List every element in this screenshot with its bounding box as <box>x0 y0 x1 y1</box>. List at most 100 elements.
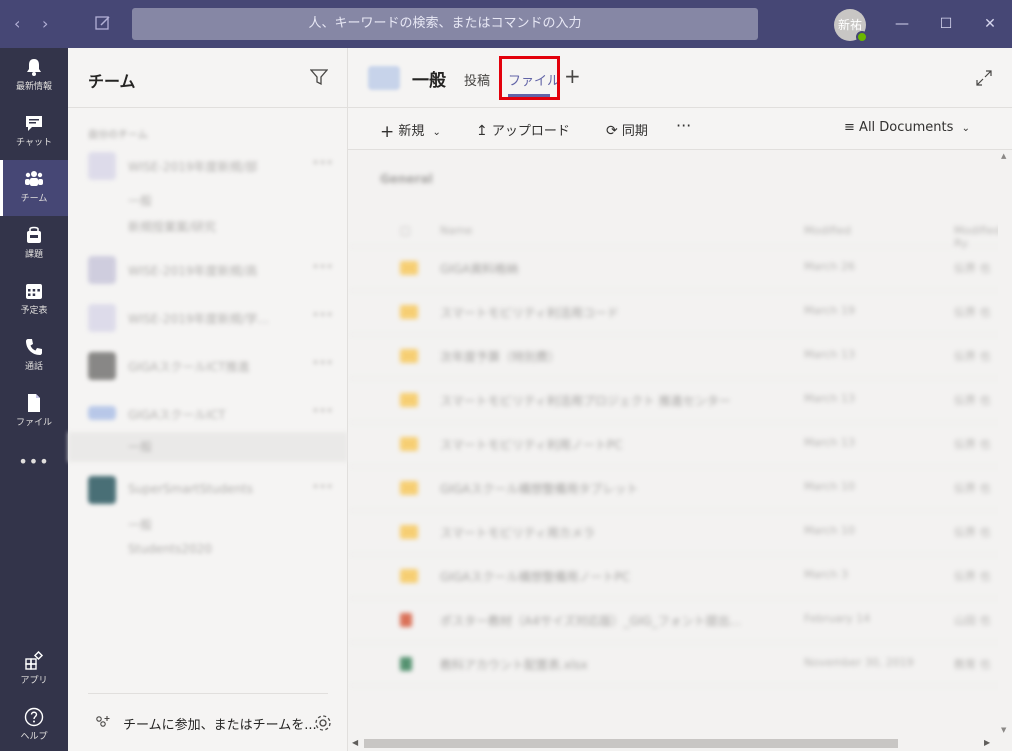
appbar-item-calendar[interactable]: 予定表 <box>0 272 68 328</box>
team-name[interactable]: WISE-2019年度新規/学... <box>128 310 269 327</box>
team-list: 自分のチーム WISE-2019年度新規/部 ••• 一般 新規授業案/研究 W… <box>68 108 348 628</box>
team-more-icon[interactable]: ••• <box>312 308 333 322</box>
team-name[interactable]: WISE-2019年度新規/高 <box>128 262 258 279</box>
horizontal-scrollbar[interactable]: ◀ ▶ <box>348 736 998 751</box>
team-more-icon[interactable]: ••• <box>312 260 333 274</box>
chevron-down-icon: ⌄ <box>432 127 441 138</box>
appbar-label: 課題 <box>24 250 43 260</box>
file-name[interactable]: 次年度予算（特別費） <box>440 348 560 365</box>
file-name[interactable]: スマートモビリティ用カメラ <box>440 524 595 541</box>
file-name[interactable]: GIGAスクール構想整備用ノートPC <box>440 568 630 585</box>
tab-posts[interactable]: 投稿 <box>464 70 490 89</box>
chevron-down-icon: ⌄ <box>961 123 970 134</box>
teams-panel: チーム 自分のチーム WISE-2019年度新規/部 ••• 一般 新規授業案/… <box>68 48 348 751</box>
table-row[interactable]: ポスター教材（A4サイズ対応版）_GIG_フォント提出... February 1… <box>348 598 998 642</box>
appbar-item-assignments[interactable]: 課題 <box>0 216 68 272</box>
presence-available-icon <box>856 31 868 43</box>
view-selector[interactable]: ≡ All Documents ⌄ <box>844 120 970 135</box>
file-name[interactable]: ポスター教材（A4サイズ対応版）_GIG_フォント提出... <box>440 612 741 629</box>
appbar-item-teams[interactable]: チーム <box>0 160 68 216</box>
appbar-item-calls[interactable]: 通話 <box>0 328 68 384</box>
excel-file-icon <box>400 657 412 671</box>
scroll-down-icon[interactable]: ▼ <box>1001 726 1006 734</box>
gear-icon[interactable] <box>314 714 332 732</box>
table-row[interactable]: 教科アカウント配置表.xlsx November 30, 2019 教育 也 <box>348 642 998 686</box>
appbar-label: チーム <box>20 194 48 204</box>
minimize-icon[interactable]: — <box>892 14 912 34</box>
back-arrow-icon[interactable]: ‹ <box>14 14 20 33</box>
scrollbar-thumb[interactable] <box>364 739 898 748</box>
teams-panel-header: チーム <box>68 48 348 108</box>
vertical-scrollbar[interactable]: ▲ ▼ <box>998 150 1012 736</box>
file-modified-by: 伝界 也 <box>954 394 991 407</box>
table-row[interactable]: スマートモビリティ利活用プロジェクト 推進センター March 13 伝界 也 <box>348 378 998 422</box>
scroll-up-icon[interactable]: ▲ <box>1001 152 1006 160</box>
file-name[interactable]: スマートモビリティ利用ノートPC <box>440 436 623 453</box>
new-button[interactable]: + 新規 ⌄ <box>380 120 441 142</box>
column-header-name[interactable]: Name <box>440 224 472 237</box>
team-more-icon[interactable]: ••• <box>312 356 333 370</box>
folder-icon <box>400 569 418 583</box>
table-row[interactable]: スマートモビリティ利用ノートPC March 13 伝界 也 <box>348 422 998 466</box>
channel-item[interactable]: Students2020 <box>128 542 212 556</box>
add-tab-icon[interactable]: + <box>564 64 581 88</box>
files-toolbar: + 新規 ⌄ ↥ アップロード ⟳ 同期 ··· ≡ All Documents… <box>348 108 1012 150</box>
file-name[interactable]: スマートモビリティ利活用コード <box>440 304 619 321</box>
main-content: 一般 投稿 ファイル + + 新規 ⌄ ↥ アップロード ⟳ 同期 ··· ≡ … <box>348 48 1012 751</box>
appbar-item-help[interactable]: ヘルプ <box>0 698 68 751</box>
close-icon[interactable]: ✕ <box>980 14 1000 34</box>
channel-item[interactable]: 新規授業案/研究 <box>128 218 216 235</box>
table-row[interactable]: GIGAスクール構想整備用ノートPC March 3 伝界 也 <box>348 554 998 598</box>
phone-icon <box>26 339 42 355</box>
appbar-item-files[interactable]: ファイル <box>0 384 68 440</box>
maximize-icon[interactable]: ☐ <box>936 14 956 34</box>
team-more-icon[interactable]: ••• <box>312 156 333 170</box>
chat-icon <box>26 116 42 131</box>
calendar-icon <box>26 284 42 299</box>
team-name[interactable]: GIGAスクールICT推進 <box>128 358 250 375</box>
sync-button[interactable]: ⟳ 同期 <box>606 120 648 139</box>
appbar-item-apps[interactable]: アプリ <box>0 642 68 698</box>
upload-button[interactable]: ↥ アップロード <box>476 120 570 139</box>
scroll-left-icon[interactable]: ◀ <box>352 738 358 747</box>
team-avatar <box>88 476 116 504</box>
file-date: March 13 <box>804 392 856 405</box>
table-row[interactable]: GIGA資料格納 March 26 伝界 也 <box>348 246 998 290</box>
forward-arrow-icon[interactable]: › <box>42 14 48 33</box>
column-header-modified[interactable]: Modified <box>804 224 851 237</box>
team-name[interactable]: GIGAスクールICT <box>128 406 226 423</box>
channel-item[interactable]: 一般 <box>128 516 152 533</box>
team-name[interactable]: SuperSmartStudents <box>128 482 253 496</box>
file-name[interactable]: GIGA資料格納 <box>440 260 518 277</box>
plus-icon: + <box>380 122 395 142</box>
join-or-create-team-link[interactable]: チームに参加、またはチームを... <box>123 714 317 733</box>
team-more-icon[interactable]: ••• <box>312 480 333 494</box>
compose-icon[interactable] <box>94 14 112 32</box>
expand-icon[interactable] <box>976 70 992 86</box>
table-row[interactable]: GIGAスクール構想整備用タブレット March 10 伝界 也 <box>348 466 998 510</box>
team-more-icon[interactable]: ••• <box>312 404 333 418</box>
file-name[interactable]: スマートモビリティ利活用プロジェクト 推進センター <box>440 392 731 409</box>
file-date: March 26 <box>804 260 856 273</box>
file-date: March 13 <box>804 436 856 449</box>
channel-item[interactable]: 一般 <box>128 192 152 209</box>
appbar-item-activity[interactable]: 最新情報 <box>0 48 68 104</box>
filter-icon[interactable] <box>310 68 328 86</box>
avatar[interactable]: 新祐 <box>834 9 868 43</box>
table-row[interactable]: スマートモビリティ用カメラ March 10 伝界 也 <box>348 510 998 554</box>
team-avatar <box>88 256 116 284</box>
channel-item-selected[interactable]: 一般 <box>68 432 348 462</box>
more-options-button[interactable]: ··· <box>676 116 691 135</box>
file-name[interactable]: GIGAスクール構想整備用タブレット <box>440 480 638 497</box>
team-avatar <box>368 66 400 90</box>
appbar-item-more[interactable]: ••• <box>0 446 68 486</box>
team-name[interactable]: WISE-2019年度新規/部 <box>128 158 258 175</box>
table-row[interactable]: 次年度予算（特別費） March 13 伝界 也 <box>348 334 998 378</box>
file-modified-by: 伝界 也 <box>954 570 991 583</box>
appbar-item-chat[interactable]: チャット <box>0 104 68 160</box>
table-row[interactable]: スマートモビリティ利活用コード March 19 伝界 也 <box>348 290 998 334</box>
search-input[interactable]: 人、キーワードの検索、またはコマンドの入力 <box>132 8 758 40</box>
file-name[interactable]: 教科アカウント配置表.xlsx <box>440 656 588 673</box>
teams-panel-footer: チームに参加、またはチームを... <box>88 693 331 733</box>
scroll-right-icon[interactable]: ▶ <box>984 738 990 747</box>
